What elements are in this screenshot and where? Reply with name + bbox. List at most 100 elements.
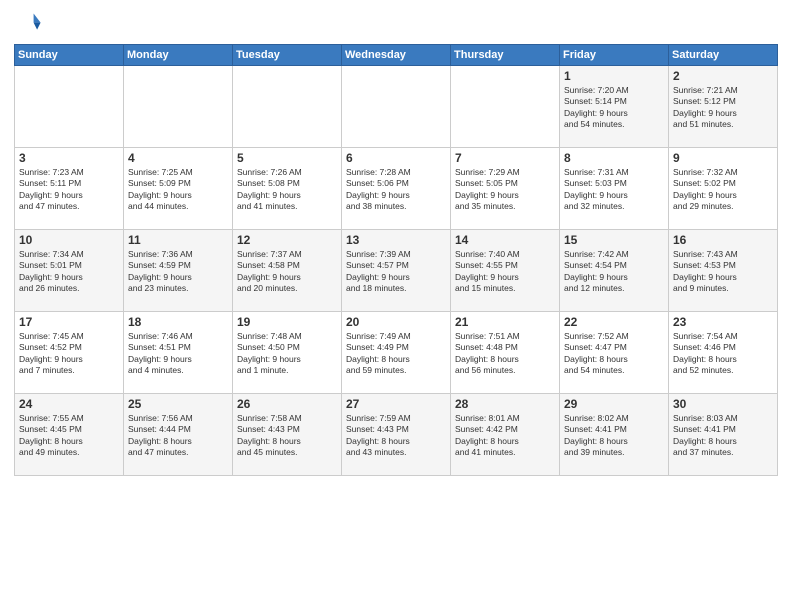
calendar-cell: 4Sunrise: 7:25 AM Sunset: 5:09 PM Daylig… bbox=[124, 148, 233, 230]
calendar-cell: 8Sunrise: 7:31 AM Sunset: 5:03 PM Daylig… bbox=[560, 148, 669, 230]
calendar-cell: 10 Sunrise: 7:34 AM Sunset: 5:01 PM Dayli… bbox=[15, 230, 124, 312]
day-number: 30 bbox=[673, 397, 773, 411]
calendar-cell: 25Sunrise: 7:56 AM Sunset: 4:44 PM Dayli… bbox=[124, 394, 233, 476]
calendar-cell: 2 Sunrise: 7:21 AM Sunset: 5:12 PM Daylig… bbox=[669, 66, 778, 148]
day-info: Sunrise: 7:40 AM Sunset: 4:55 PM Dayligh… bbox=[455, 249, 555, 295]
calendar-cell: 28 Sunrise: 8:01 AM Sunset: 4:42 PM Dayli… bbox=[451, 394, 560, 476]
day-number: 5 bbox=[237, 151, 337, 165]
day-info: Sunrise: 7:46 AM Sunset: 4:51 PM Dayligh… bbox=[128, 331, 228, 377]
day-info: Sunrise: 7:23 AM Sunset: 5:11 PM Dayligh… bbox=[19, 167, 119, 213]
calendar-cell: 30 Sunrise: 8:03 AM Sunset: 4:41 PM Dayli… bbox=[669, 394, 778, 476]
day-info: Sunrise: 7:51 AM Sunset: 4:48 PM Dayligh… bbox=[455, 331, 555, 377]
calendar-cell: 24 Sunrise: 7:55 AM Sunset: 4:45 PM Dayli… bbox=[15, 394, 124, 476]
day-number: 6 bbox=[346, 151, 446, 165]
calendar-cell bbox=[451, 66, 560, 148]
calendar-table: SundayMondayTuesdayWednesdayThursdayFrid… bbox=[14, 44, 778, 476]
day-number: 8 bbox=[564, 151, 664, 165]
calendar-header-tuesday: Tuesday bbox=[233, 45, 342, 66]
day-info: Sunrise: 7:45 AM Sunset: 4:52 PM Dayligh… bbox=[19, 331, 119, 377]
day-number: 17 bbox=[19, 315, 119, 329]
page: SundayMondayTuesdayWednesdayThursdayFrid… bbox=[0, 0, 792, 612]
calendar-cell: 13 Sunrise: 7:39 AM Sunset: 4:57 PM Dayli… bbox=[342, 230, 451, 312]
calendar-header-saturday: Saturday bbox=[669, 45, 778, 66]
day-info: Sunrise: 7:34 AM Sunset: 5:01 PM Dayligh… bbox=[19, 249, 119, 295]
calendar-cell bbox=[342, 66, 451, 148]
day-info: Sunrise: 8:02 AM Sunset: 4:41 PM Dayligh… bbox=[564, 413, 664, 459]
calendar-week-0: 1 Sunrise: 7:20 AM Sunset: 5:14 PM Daylig… bbox=[15, 66, 778, 148]
calendar-cell: 5 Sunrise: 7:26 AM Sunset: 5:08 PM Daylig… bbox=[233, 148, 342, 230]
calendar-cell: 14 Sunrise: 7:40 AM Sunset: 4:55 PM Dayli… bbox=[451, 230, 560, 312]
day-number: 9 bbox=[673, 151, 773, 165]
day-info: Sunrise: 7:59 AM Sunset: 4:43 PM Dayligh… bbox=[346, 413, 446, 459]
day-number: 24 bbox=[19, 397, 119, 411]
calendar-cell: 18 Sunrise: 7:46 AM Sunset: 4:51 PM Dayli… bbox=[124, 312, 233, 394]
calendar-cell bbox=[15, 66, 124, 148]
calendar-cell: 6 Sunrise: 7:28 AM Sunset: 5:06 PM Daylig… bbox=[342, 148, 451, 230]
header bbox=[14, 10, 778, 38]
day-number: 3 bbox=[19, 151, 119, 165]
calendar-cell: 16 Sunrise: 7:43 AM Sunset: 4:53 PM Dayli… bbox=[669, 230, 778, 312]
calendar-header-row: SundayMondayTuesdayWednesdayThursdayFrid… bbox=[15, 45, 778, 66]
day-number: 7 bbox=[455, 151, 555, 165]
calendar-cell: 22 Sunrise: 7:52 AM Sunset: 4:47 PM Dayli… bbox=[560, 312, 669, 394]
day-number: 2 bbox=[673, 69, 773, 83]
day-info: Sunrise: 7:26 AM Sunset: 5:08 PM Dayligh… bbox=[237, 167, 337, 213]
calendar-cell: 21Sunrise: 7:51 AM Sunset: 4:48 PM Dayli… bbox=[451, 312, 560, 394]
calendar-cell: 23Sunrise: 7:54 AM Sunset: 4:46 PM Dayli… bbox=[669, 312, 778, 394]
day-number: 27 bbox=[346, 397, 446, 411]
calendar-header-sunday: Sunday bbox=[15, 45, 124, 66]
day-number: 12 bbox=[237, 233, 337, 247]
day-info: Sunrise: 7:32 AM Sunset: 5:02 PM Dayligh… bbox=[673, 167, 773, 213]
logo-icon bbox=[14, 10, 42, 38]
calendar-week-3: 17 Sunrise: 7:45 AM Sunset: 4:52 PM Dayli… bbox=[15, 312, 778, 394]
calendar-cell: 12 Sunrise: 7:37 AM Sunset: 4:58 PM Dayli… bbox=[233, 230, 342, 312]
day-number: 18 bbox=[128, 315, 228, 329]
day-number: 13 bbox=[346, 233, 446, 247]
day-info: Sunrise: 7:39 AM Sunset: 4:57 PM Dayligh… bbox=[346, 249, 446, 295]
calendar-week-4: 24 Sunrise: 7:55 AM Sunset: 4:45 PM Dayli… bbox=[15, 394, 778, 476]
calendar-cell: 19Sunrise: 7:48 AM Sunset: 4:50 PM Dayli… bbox=[233, 312, 342, 394]
day-number: 14 bbox=[455, 233, 555, 247]
day-number: 20 bbox=[346, 315, 446, 329]
calendar-cell: 9 Sunrise: 7:32 AM Sunset: 5:02 PM Daylig… bbox=[669, 148, 778, 230]
day-number: 16 bbox=[673, 233, 773, 247]
day-info: Sunrise: 7:37 AM Sunset: 4:58 PM Dayligh… bbox=[237, 249, 337, 295]
day-info: Sunrise: 7:25 AM Sunset: 5:09 PM Dayligh… bbox=[128, 167, 228, 213]
calendar-week-1: 3 Sunrise: 7:23 AM Sunset: 5:11 PM Daylig… bbox=[15, 148, 778, 230]
day-info: Sunrise: 8:01 AM Sunset: 4:42 PM Dayligh… bbox=[455, 413, 555, 459]
day-info: Sunrise: 7:58 AM Sunset: 4:43 PM Dayligh… bbox=[237, 413, 337, 459]
day-info: Sunrise: 7:21 AM Sunset: 5:12 PM Dayligh… bbox=[673, 85, 773, 131]
day-info: Sunrise: 7:52 AM Sunset: 4:47 PM Dayligh… bbox=[564, 331, 664, 377]
calendar-cell: 27 Sunrise: 7:59 AM Sunset: 4:43 PM Dayli… bbox=[342, 394, 451, 476]
calendar-header-monday: Monday bbox=[124, 45, 233, 66]
day-number: 23 bbox=[673, 315, 773, 329]
logo bbox=[14, 10, 44, 38]
day-info: Sunrise: 7:56 AM Sunset: 4:44 PM Dayligh… bbox=[128, 413, 228, 459]
calendar-header-thursday: Thursday bbox=[451, 45, 560, 66]
day-info: Sunrise: 7:36 AM Sunset: 4:59 PM Dayligh… bbox=[128, 249, 228, 295]
day-info: Sunrise: 8:03 AM Sunset: 4:41 PM Dayligh… bbox=[673, 413, 773, 459]
day-number: 26 bbox=[237, 397, 337, 411]
day-info: Sunrise: 7:28 AM Sunset: 5:06 PM Dayligh… bbox=[346, 167, 446, 213]
day-number: 19 bbox=[237, 315, 337, 329]
day-info: Sunrise: 7:42 AM Sunset: 4:54 PM Dayligh… bbox=[564, 249, 664, 295]
calendar-cell: 11Sunrise: 7:36 AM Sunset: 4:59 PM Dayli… bbox=[124, 230, 233, 312]
calendar-cell bbox=[233, 66, 342, 148]
calendar-header-wednesday: Wednesday bbox=[342, 45, 451, 66]
calendar-cell: 29Sunrise: 8:02 AM Sunset: 4:41 PM Dayli… bbox=[560, 394, 669, 476]
day-number: 10 bbox=[19, 233, 119, 247]
day-number: 22 bbox=[564, 315, 664, 329]
calendar-week-2: 10 Sunrise: 7:34 AM Sunset: 5:01 PM Dayli… bbox=[15, 230, 778, 312]
calendar-cell: 3 Sunrise: 7:23 AM Sunset: 5:11 PM Daylig… bbox=[15, 148, 124, 230]
calendar-header-friday: Friday bbox=[560, 45, 669, 66]
day-info: Sunrise: 7:29 AM Sunset: 5:05 PM Dayligh… bbox=[455, 167, 555, 213]
day-info: Sunrise: 7:49 AM Sunset: 4:49 PM Dayligh… bbox=[346, 331, 446, 377]
day-info: Sunrise: 7:55 AM Sunset: 4:45 PM Dayligh… bbox=[19, 413, 119, 459]
calendar-cell: 15Sunrise: 7:42 AM Sunset: 4:54 PM Dayli… bbox=[560, 230, 669, 312]
calendar-cell bbox=[124, 66, 233, 148]
day-info: Sunrise: 7:43 AM Sunset: 4:53 PM Dayligh… bbox=[673, 249, 773, 295]
day-number: 1 bbox=[564, 69, 664, 83]
day-info: Sunrise: 7:20 AM Sunset: 5:14 PM Dayligh… bbox=[564, 85, 664, 131]
calendar-cell: 1 Sunrise: 7:20 AM Sunset: 5:14 PM Daylig… bbox=[560, 66, 669, 148]
day-number: 28 bbox=[455, 397, 555, 411]
